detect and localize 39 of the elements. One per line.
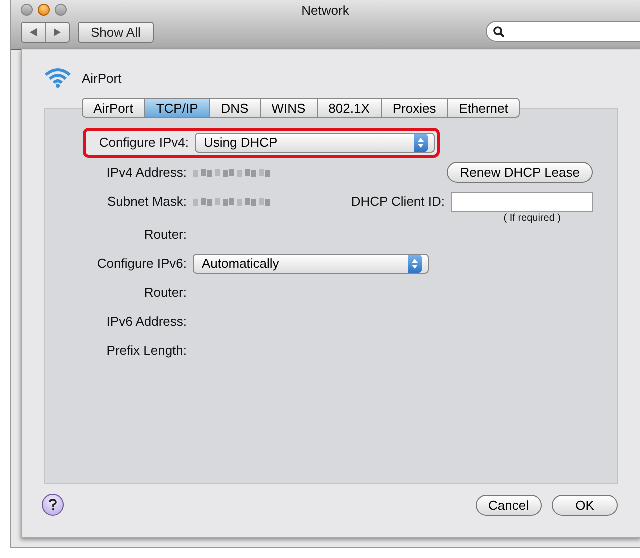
field-label: Router: (143, 285, 187, 300)
field-label: Subnet Mask: (106, 194, 187, 209)
right-triangle-icon[interactable] (53, 28, 62, 37)
cancel-button[interactable]: Cancel (476, 494, 542, 516)
field-label: IPv6 Address: (106, 314, 187, 329)
renew-lease-button[interactable]: Renew DHCP Lease (447, 162, 593, 183)
tab[interactable]: DNS (210, 98, 261, 118)
show-all-button[interactable]: Show All (78, 22, 154, 43)
search-field[interactable] (486, 21, 640, 42)
field-label: Prefix Length: (106, 343, 187, 358)
close-icon[interactable] (21, 4, 33, 16)
left-triangle-icon[interactable] (29, 28, 38, 37)
window-title: Network (302, 3, 350, 18)
updown-arrows-icon (411, 258, 419, 270)
popup-menu[interactable]: Using DHCP (195, 132, 435, 152)
field-label: IPv4 Address: (106, 165, 187, 180)
tab[interactable]: 802.1X (318, 98, 382, 118)
field-label: Configure IPv4: (98, 135, 189, 150)
client-id-field[interactable] (451, 192, 593, 212)
updown-arrows-icon (417, 136, 425, 148)
help-button[interactable] (42, 494, 64, 516)
zoom-icon[interactable] (55, 4, 67, 16)
tab[interactable]: Proxies (382, 98, 448, 118)
hint-text: ( If required ) (504, 213, 561, 226)
ok-button[interactable]: OK (552, 494, 618, 516)
back-forward-control[interactable] (21, 22, 70, 43)
field-label: DHCP Client ID: (351, 194, 445, 209)
wifi-icon (44, 67, 72, 89)
popup-menu[interactable]: Automatically (193, 254, 429, 274)
field-label: Router: (143, 227, 187, 242)
search-icon (493, 26, 505, 38)
service-name: AirPort (82, 70, 122, 86)
field-label: Configure IPv6: (96, 256, 187, 271)
tab[interactable]: AirPort (82, 98, 146, 118)
minimize-icon[interactable] (38, 4, 50, 16)
question-mark-icon (49, 499, 57, 511)
tab[interactable]: Ethernet (448, 98, 520, 118)
tab[interactable]: TCP/IP (145, 98, 210, 118)
tab[interactable]: WINS (260, 98, 318, 118)
